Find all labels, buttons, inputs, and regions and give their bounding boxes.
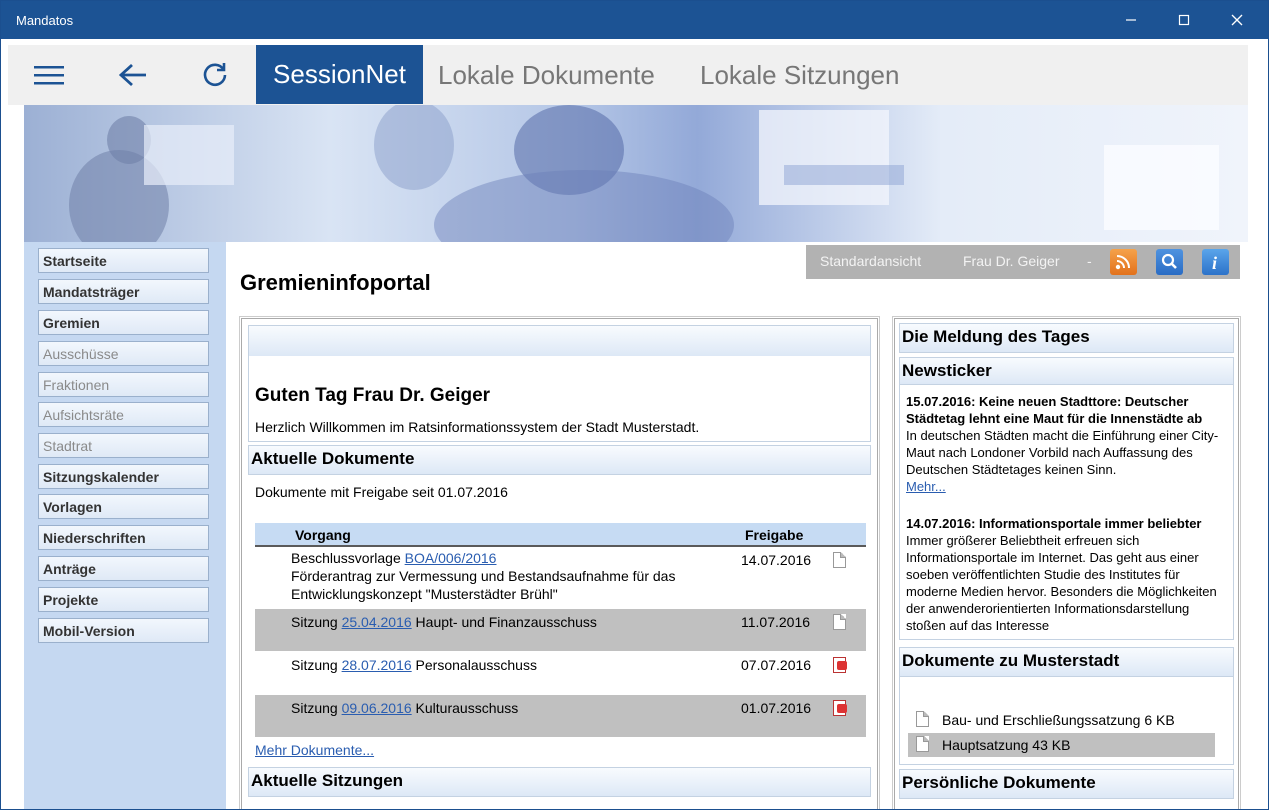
newsticker-box: Newsticker 15.07.2016: Keine neuen Stadt…: [899, 357, 1234, 640]
doc-title: Personalausschuss: [411, 657, 537, 673]
doc-description: Entwicklungskonzept "Musterstädter Brühl…: [291, 586, 558, 602]
header-banner-image: [24, 105, 1248, 242]
hamburger-menu-icon[interactable]: [24, 45, 74, 105]
doc-row-text: Sitzung 25.04.2016 Haupt- und Finanzauss…: [291, 613, 731, 631]
doc-link[interactable]: 25.04.2016: [342, 614, 412, 630]
sessions-heading: Aktuelle Sitzungen: [248, 767, 871, 797]
back-arrow-icon[interactable]: [108, 45, 158, 105]
minimize-icon[interactable]: [1105, 1, 1157, 39]
user-toolbar: Standardansicht Frau Dr. Geiger - i: [806, 245, 1240, 279]
doc-date: 14.07.2016: [741, 552, 812, 568]
docs-table-header: Vorgang Freigabe: [255, 523, 866, 547]
doc-row-text: Sitzung 28.07.2016 Personalausschuss: [291, 656, 731, 674]
right-panel: Die Meldung des Tages Newsticker 15.07.2…: [892, 316, 1241, 809]
city-docs-heading: Dokumente zu Musterstadt: [899, 647, 1234, 677]
news-body-1: In deutschen Städten macht die Einführun…: [906, 428, 1219, 477]
doc-row-1: Beschlussvorlage BOA/006/2016 Förderantra…: [255, 549, 866, 607]
close-icon[interactable]: [1211, 1, 1263, 39]
news-title-1: 15.07.2016: Keine neuen Stadttore: Deuts…: [906, 394, 1203, 426]
news-body-2: Immer größerer Beliebtheit erfreuen sich…: [906, 533, 1217, 633]
sidebar-item-12[interactable]: Projekte: [38, 587, 209, 612]
sidebar-item-3[interactable]: Gremien: [38, 310, 209, 335]
tab-local-sessions[interactable]: Lokale Sitzungen: [700, 45, 899, 105]
svg-text:i: i: [1212, 253, 1217, 273]
sidebar-item-7[interactable]: Stadtrat: [38, 433, 209, 458]
pdf-icon[interactable]: [833, 700, 847, 716]
content-panel: Guten Tag Frau Dr. Geiger Herzlich Willk…: [239, 316, 880, 809]
sidebar-item-13[interactable]: Mobil-Version: [38, 618, 209, 643]
doc-icon: [916, 736, 929, 752]
rss-icon[interactable]: [1110, 249, 1137, 275]
doc-icon[interactable]: [833, 614, 846, 630]
city-doc-item-1[interactable]: Bau- und Erschließungssatzung 6 KB: [908, 708, 1215, 732]
doc-type-label: Sitzung: [291, 657, 342, 673]
doc-type-label: Beschlussvorlage: [291, 550, 405, 566]
more-documents-link[interactable]: Mehr Dokumente...: [255, 742, 374, 758]
news-more-link[interactable]: Mehr...: [906, 479, 946, 494]
welcome-box: Guten Tag Frau Dr. Geiger Herzlich Willk…: [248, 325, 871, 442]
sidebar-item-11[interactable]: Anträge: [38, 556, 209, 581]
newsticker-heading: Newsticker: [899, 357, 1234, 385]
tab-local-documents[interactable]: Lokale Dokumente: [438, 45, 655, 105]
doc-icon[interactable]: [833, 552, 846, 568]
doc-title: Kulturausschuss: [411, 700, 519, 716]
doc-link[interactable]: BOA/006/2016: [405, 550, 497, 566]
doc-date: 11.07.2016: [741, 614, 811, 630]
doc-description: Förderantrag zur Vermessung und Bestands…: [291, 568, 676, 584]
doc-row-2: Sitzung 25.04.2016 Haupt- und Finanzauss…: [255, 609, 866, 651]
city-doc-label-1: Bau- und Erschließungssatzung 6 KB: [942, 712, 1175, 728]
app-toolbar: SessionNet Lokale Dokumente Lokale Sitzu…: [8, 45, 1248, 105]
sidebar-item-6[interactable]: Aufsichtsräte: [38, 402, 209, 427]
doc-title: Haupt- und Finanzausschuss: [411, 614, 597, 630]
col-vorgang: Vorgang: [295, 527, 351, 543]
doc-type-label: Sitzung: [291, 614, 342, 630]
welcome-heading: Guten Tag Frau Dr. Geiger: [255, 385, 491, 406]
doc-date: 07.07.2016: [741, 657, 812, 673]
sidebar-nav: Startseite Mandatsträger Gremien Ausschüsse…: [24, 242, 226, 809]
window-title: Mandatos: [16, 13, 74, 28]
doc-date: 01.07.2016: [741, 700, 812, 716]
user-separator: -: [1087, 253, 1092, 269]
doc-type-label: Sitzung: [291, 700, 342, 716]
doc-row-text: Beschlussvorlage BOA/006/2016 Förderantra…: [291, 549, 731, 603]
doc-row-text: Sitzung 09.06.2016 Kulturausschuss: [291, 699, 731, 717]
doc-link[interactable]: 28.07.2016: [342, 657, 412, 673]
city-doc-label-2: Hauptsatzung 43 KB: [942, 737, 1071, 753]
info-icon[interactable]: i: [1202, 249, 1229, 275]
welcome-header-bar: [249, 326, 870, 356]
page-title: Gremieninfoportal: [240, 270, 431, 295]
tab-sessionnet[interactable]: SessionNet: [256, 45, 423, 104]
sidebar-item-9[interactable]: Vorlagen: [38, 494, 209, 519]
doc-icon: [916, 711, 929, 727]
docs-subtitle: Dokumente mit Freigabe seit 01.07.2016: [255, 484, 508, 500]
maximize-icon[interactable]: [1158, 1, 1210, 39]
title-bar: Mandatos: [1, 1, 1268, 39]
doc-row-3: Sitzung 28.07.2016 Personalausschuss 07.0…: [255, 652, 866, 694]
doc-row-4: Sitzung 09.06.2016 Kulturausschuss 01.07.…: [255, 695, 866, 737]
city-doc-item-2[interactable]: Hauptsatzung 43 KB: [908, 733, 1215, 757]
doc-link[interactable]: 09.06.2016: [342, 700, 412, 716]
welcome-text: Herzlich Willkommen im Ratsinformationss…: [255, 419, 700, 435]
news-title-2: 14.07.2016: Informationsportale immer be…: [906, 516, 1202, 531]
user-menu[interactable]: Frau Dr. Geiger: [963, 253, 1059, 269]
main-content: Standardansicht Frau Dr. Geiger - i Grem…: [226, 242, 1248, 809]
view-mode-link[interactable]: Standardansicht: [820, 253, 921, 269]
news-item-2: 14.07.2016: Informationsportale immer be…: [906, 515, 1232, 634]
refresh-icon[interactable]: [190, 45, 240, 105]
city-docs-box: Dokumente zu Musterstadt Bau- und Erschl…: [899, 647, 1234, 765]
sidebar-item-2[interactable]: Mandatsträger: [38, 279, 209, 304]
pdf-icon[interactable]: [833, 657, 847, 673]
sidebar-item-4[interactable]: Ausschüsse: [38, 341, 209, 366]
app-window: Mandatos SessionNet Lokale Dokumente Lok…: [0, 0, 1269, 810]
sidebar-item-8[interactable]: Sitzungskalender: [38, 464, 209, 489]
news-of-day-heading: Die Meldung des Tages: [899, 323, 1234, 353]
col-freigabe: Freigabe: [745, 527, 804, 543]
personal-docs-heading: Persönliche Dokumente: [899, 769, 1234, 799]
sidebar-item-1[interactable]: Startseite: [38, 248, 209, 273]
sidebar-item-5[interactable]: Fraktionen: [38, 372, 209, 397]
docs-heading: Aktuelle Dokumente: [248, 445, 871, 475]
sidebar-item-10[interactable]: Niederschriften: [38, 525, 209, 550]
search-icon[interactable]: [1156, 249, 1183, 275]
news-item-1: 15.07.2016: Keine neuen Stadttore: Deuts…: [906, 393, 1232, 495]
